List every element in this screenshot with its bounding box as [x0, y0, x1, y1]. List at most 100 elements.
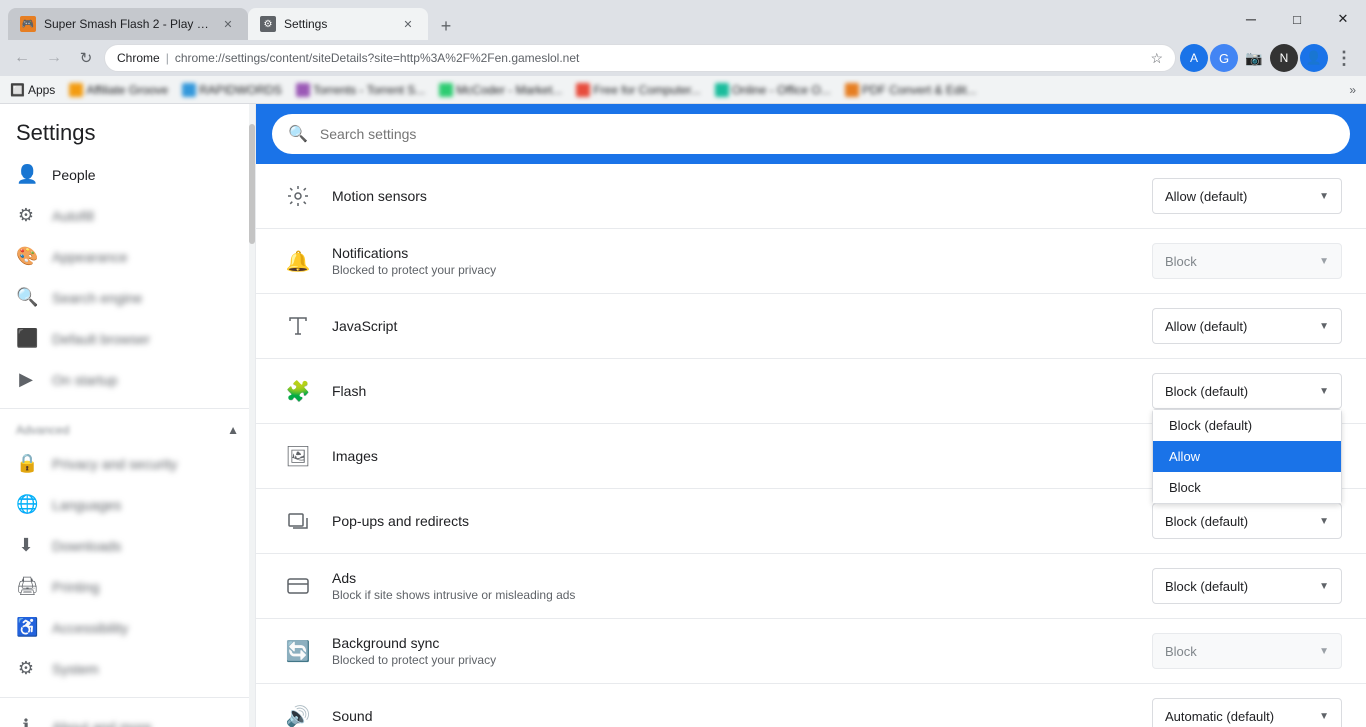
tab1-favicon: 🎮	[20, 16, 36, 32]
flash-dropdown-trigger[interactable]: Block (default) ▼	[1152, 373, 1342, 409]
advanced-label: Advanced	[16, 423, 69, 437]
notifications-icon: 🔔	[280, 243, 316, 279]
back-button[interactable]: ←	[8, 44, 36, 72]
popups-value: Block (default)	[1165, 514, 1248, 529]
languages-icon: 🌐	[16, 494, 36, 515]
ads-row: Ads Block if site shows intrusive or mis…	[256, 554, 1366, 619]
flash-option-block-default[interactable]: Block (default)	[1153, 410, 1341, 441]
bookmark-mccoder[interactable]: McCoder - Market...	[433, 81, 568, 99]
sidebar-item-appearance[interactable]: 🎨 Appearance	[0, 236, 239, 277]
background-sync-row: 🔄 Background sync Blocked to protect you…	[256, 619, 1366, 684]
motion-sensors-dropdown[interactable]: Allow (default) ▼	[1152, 178, 1342, 214]
omnibox-chrome-label: Chrome	[117, 51, 160, 65]
sidebar-item-default-browser[interactable]: ⬛ Default browser	[0, 318, 239, 359]
flash-option-allow-label: Allow	[1169, 449, 1200, 464]
bookmark-affiliate[interactable]: Affiliate Groove	[63, 81, 174, 99]
search-input[interactable]	[320, 126, 1334, 142]
sidebar-item-people[interactable]: 👤 People	[0, 154, 239, 195]
bookmark-rapidwords[interactable]: RAPIDWORDS	[176, 81, 288, 99]
ads-content: Ads Block if site shows intrusive or mis…	[332, 570, 1136, 602]
sound-control[interactable]: Automatic (default) ▼	[1152, 698, 1342, 727]
extension2-btn[interactable]: N	[1270, 44, 1298, 72]
reload-button[interactable]: ↻	[72, 44, 100, 72]
background-sync-dropdown[interactable]: Block ▼	[1152, 633, 1342, 669]
popups-control[interactable]: Block (default) ▼	[1152, 503, 1342, 539]
extension1-btn[interactable]: G	[1210, 44, 1238, 72]
bookmark-icon[interactable]: ☆	[1150, 50, 1163, 67]
notifications-row: 🔔 Notifications Blocked to protect your …	[256, 229, 1366, 294]
ads-control[interactable]: Block (default) ▼	[1152, 568, 1342, 604]
forward-button[interactable]: →	[40, 44, 68, 72]
appearance-icon: 🎨	[16, 246, 36, 267]
maximize-button[interactable]: □	[1274, 4, 1320, 34]
omnibox-separator: |	[166, 51, 169, 65]
flash-option-allow[interactable]: Allow	[1153, 441, 1341, 472]
notifications-control[interactable]: Block ▼	[1152, 243, 1342, 279]
sidebar: Settings 👤 People ⚙ Autofill 🎨 Appearanc…	[0, 104, 256, 727]
profile-icon[interactable]: A	[1180, 44, 1208, 72]
ads-arrow: ▼	[1319, 581, 1329, 592]
tab-settings[interactable]: ⚙ Settings ✕	[248, 8, 428, 40]
autofill-label: Autofill	[52, 208, 94, 224]
camera-btn[interactable]: 📷	[1240, 44, 1268, 72]
images-title: Images	[332, 448, 1136, 464]
bookmark-torrents[interactable]: Torrents - Torrent S...	[290, 81, 431, 99]
ads-dropdown[interactable]: Block (default) ▼	[1152, 568, 1342, 604]
bookmarks-bar: 🔲Apps Affiliate Groove RAPIDWORDS Torren…	[0, 76, 1366, 104]
sidebar-item-languages[interactable]: 🌐 Languages	[0, 484, 239, 525]
bookmark-free[interactable]: Free for Computer...	[570, 81, 706, 99]
sidebar-item-system[interactable]: ⚙ System	[0, 648, 239, 689]
notifications-dropdown[interactable]: Block ▼	[1152, 243, 1342, 279]
sound-dropdown[interactable]: Automatic (default) ▼	[1152, 698, 1342, 727]
people-label: People	[52, 167, 96, 183]
sound-icon: 🔊	[280, 698, 316, 727]
javascript-dropdown[interactable]: Allow (default) ▼	[1152, 308, 1342, 344]
flash-option-block[interactable]: Block	[1153, 472, 1341, 503]
user-avatar[interactable]: 👤	[1300, 44, 1328, 72]
sidebar-item-accessibility[interactable]: ♿ Accessibility	[0, 607, 239, 648]
advanced-chevron[interactable]: ▲	[227, 423, 239, 437]
sidebar-item-downloads[interactable]: ⬇ Downloads	[0, 525, 239, 566]
images-content: Images	[332, 448, 1136, 464]
bookmarks-more-btn[interactable]: »	[1343, 81, 1362, 99]
ads-icon	[280, 568, 316, 604]
background-sync-arrow: ▼	[1319, 646, 1329, 657]
popups-dropdown[interactable]: Block (default) ▼	[1152, 503, 1342, 539]
notifications-value: Block	[1165, 254, 1197, 269]
about-icon: ℹ	[16, 716, 36, 727]
new-tab-button[interactable]: +	[432, 12, 460, 40]
javascript-control[interactable]: Allow (default) ▼	[1152, 308, 1342, 344]
accessibility-icon: ♿	[16, 617, 36, 638]
search-box[interactable]: 🔍	[272, 114, 1350, 154]
sidebar-item-printing[interactable]: 🖨 Printing	[0, 566, 239, 607]
more-menu-btn[interactable]: ⋮	[1330, 44, 1358, 72]
flash-control[interactable]: Block (default) ▼ Block (default) Allow	[1152, 373, 1342, 409]
omnibox[interactable]: Chrome | chrome://settings/content/siteD…	[104, 44, 1176, 72]
sidebar-item-autofill[interactable]: ⚙ Autofill	[0, 195, 239, 236]
tab2-close[interactable]: ✕	[400, 16, 416, 32]
appearance-label: Appearance	[52, 249, 128, 265]
extensions-area: A G 📷 N 👤 ⋮	[1180, 44, 1358, 72]
sidebar-title: Settings	[16, 120, 96, 145]
tab1-close[interactable]: ✕	[220, 16, 236, 32]
sidebar-item-about[interactable]: ℹ About and more	[0, 706, 239, 727]
flash-row: 🧩 Flash Block (default) ▼ Block (default…	[256, 359, 1366, 424]
bookmark-pdf[interactable]: PDF Convert & Edit...	[839, 81, 983, 99]
background-sync-title: Background sync	[332, 635, 1136, 651]
flash-content: Flash	[332, 383, 1136, 399]
sidebar-item-search[interactable]: 🔍 Search engine	[0, 277, 239, 318]
minimize-button[interactable]: ─	[1228, 4, 1274, 34]
background-sync-control[interactable]: Block ▼	[1152, 633, 1342, 669]
bookmark-apps[interactable]: 🔲Apps	[4, 81, 61, 99]
flash-value: Block (default)	[1165, 384, 1248, 399]
search-engine-icon: 🔍	[16, 287, 36, 308]
sidebar-item-privacy[interactable]: 🔒 Privacy and security	[0, 443, 239, 484]
background-sync-subtitle: Blocked to protect your privacy	[332, 653, 1136, 667]
bookmark-online[interactable]: Online - Office O...	[709, 81, 837, 99]
close-button[interactable]: ✕	[1320, 4, 1366, 34]
sidebar-item-startup[interactable]: ▶ On startup	[0, 359, 239, 400]
background-sync-content: Background sync Blocked to protect your …	[332, 635, 1136, 667]
motion-sensors-arrow: ▼	[1319, 191, 1329, 202]
motion-sensors-control[interactable]: Allow (default) ▼	[1152, 178, 1342, 214]
tab-smash[interactable]: 🎮 Super Smash Flash 2 - Play Free ✕	[8, 8, 248, 40]
